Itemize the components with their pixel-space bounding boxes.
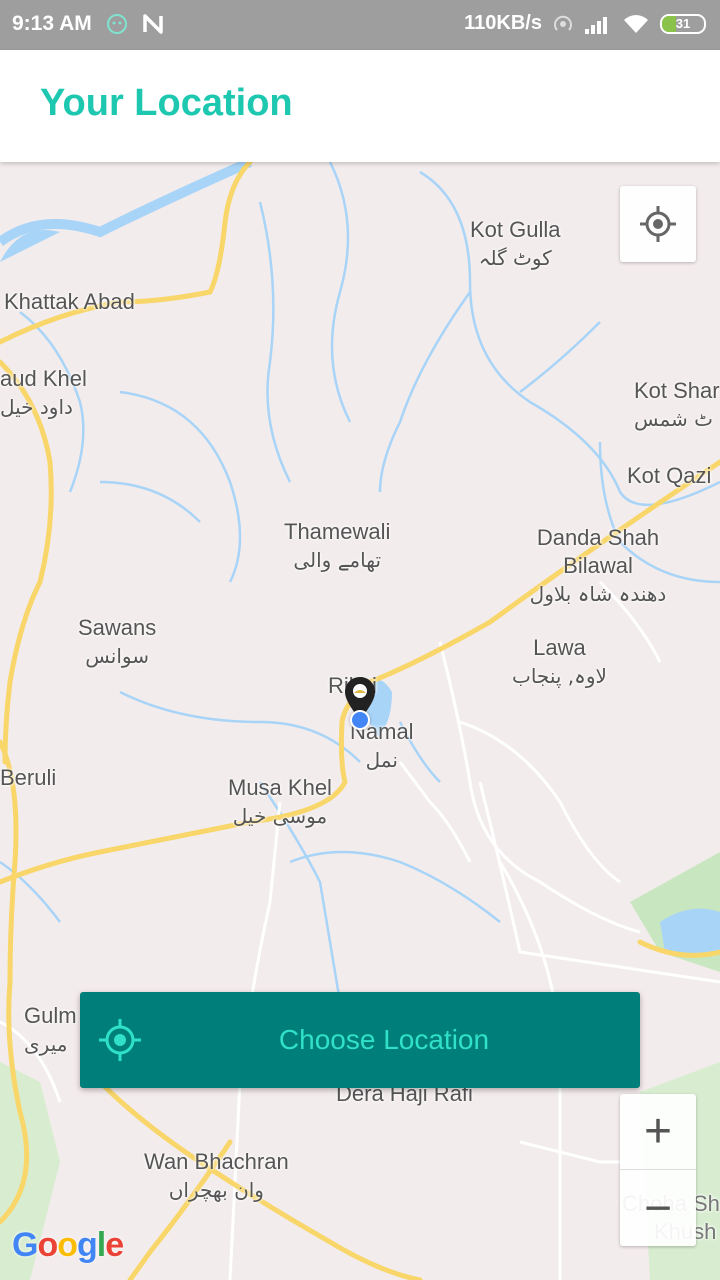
place-label: Sawans سوانس: [78, 615, 157, 668]
place-label: Beruli: [0, 765, 57, 790]
current-location-dot: [350, 710, 370, 730]
place-label: Kot Qazi: [627, 463, 712, 488]
zoom-in-button[interactable]: +: [620, 1094, 696, 1170]
crosshair-icon: [640, 206, 676, 242]
crosshair-icon: [99, 1019, 141, 1061]
choose-location-button[interactable]: Choose Location: [80, 992, 640, 1088]
place-label: Musa Khel موسی خیل: [228, 775, 332, 828]
status-bar: 9:13 AM 110KB/s 31: [0, 0, 720, 50]
place-label: Lawa لاوہ, پنجاب: [512, 635, 607, 688]
google-logo: Google: [12, 1226, 124, 1264]
place-label: Wan Bhachran وان بھچراں: [144, 1149, 289, 1202]
app-bar: Your Location: [0, 50, 720, 162]
battery-icon: 31: [660, 13, 706, 34]
n-icon: [142, 13, 164, 35]
status-time: 9:13 AM: [12, 12, 92, 35]
place-label: aud Khel داود خیل: [0, 366, 87, 419]
map-view[interactable]: Kot Gulla کوٹ گلہ Khattak Abad aud Khel دا…: [0, 162, 720, 1280]
place-label: Thamewali تھامے والی: [284, 519, 391, 572]
lion-icon: [106, 13, 128, 35]
place-label: Gulm میری: [24, 1003, 77, 1056]
battery-level: 31: [675, 16, 691, 31]
place-label: Kot Gulla کوٹ گلہ: [470, 217, 561, 270]
wifi-icon: [622, 13, 650, 35]
network-speed: 110KB/s: [464, 12, 542, 34]
zoom-out-button[interactable]: −: [620, 1170, 696, 1246]
hotspot-icon: [552, 13, 574, 35]
place-label: Kot Shar ٹ شمس: [634, 378, 720, 431]
my-location-button[interactable]: [620, 186, 696, 262]
place-label: Danda Shah Bilawal دھندہ شاہ بلاول: [529, 525, 667, 606]
signal-icon: [584, 13, 612, 35]
zoom-controls: + −: [620, 1094, 696, 1246]
place-label: Khattak Abad: [4, 289, 135, 314]
choose-location-label: Choose Location: [278, 1024, 490, 1055]
page-title: Your Location: [40, 82, 293, 124]
